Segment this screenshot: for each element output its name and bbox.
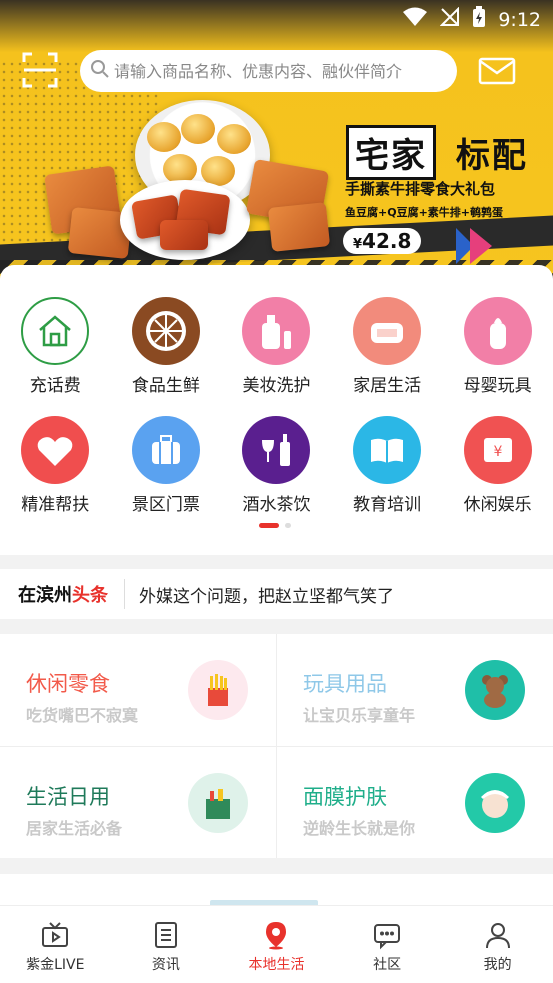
message-icon[interactable] xyxy=(478,56,516,86)
teddy-bear-icon xyxy=(465,660,525,720)
category-label: 酒水茶饮 xyxy=(242,495,311,515)
banner-title-part2: 标配 xyxy=(455,136,528,176)
category-label: 休闲娱乐 xyxy=(463,495,532,515)
promo-daily[interactable]: 生活日用 居家生活必备 xyxy=(0,747,276,859)
banner-subtitle: 手撕素牛排零食大礼包 xyxy=(345,180,496,198)
tab-live[interactable]: 紫金LIVE xyxy=(0,906,111,983)
signal-off-icon xyxy=(439,6,460,32)
category-label: 家居生活 xyxy=(353,376,422,396)
category-label: 精准帮扶 xyxy=(21,495,90,515)
tab-label: 资讯 xyxy=(151,957,180,973)
headline-brand: 在滨州头条 xyxy=(0,581,108,607)
status-bar: 9:12 xyxy=(402,6,541,33)
tab-community[interactable]: 社区 xyxy=(332,906,443,983)
promo-snacks[interactable]: 休闲零食 吃货嘴巴不寂寞 xyxy=(0,634,276,746)
promo-subtitle: 逆龄生长就是你 xyxy=(303,819,416,838)
status-time: 9:12 xyxy=(498,8,541,31)
category-label: 母婴玩具 xyxy=(463,376,532,396)
promo-grid: 休闲零食 吃货嘴巴不寂寞 玩具用品 让宝贝乐享童年 生活日用 居家生活必备 面膜… xyxy=(0,634,553,858)
food-image-tofu xyxy=(267,202,331,252)
promo-skincare[interactable]: 面膜护肤 逆龄生长就是你 xyxy=(277,747,553,859)
category-panel: 充话费 食品生鲜 美妆洗护 家居生活 母婴玩具 精准帮扶 景区门票 酒水茶饮 教… xyxy=(0,265,553,555)
category-education[interactable]: 教育培训 xyxy=(332,416,443,515)
banner-price: ¥42.8 xyxy=(343,228,422,254)
wifi-icon xyxy=(402,7,428,32)
cosmetics-icon xyxy=(242,297,311,365)
house-icon xyxy=(21,297,90,365)
category-label: 教育培训 xyxy=(353,495,422,515)
promo-title: 面膜护肤 xyxy=(303,785,387,809)
category-beauty[interactable]: 美妆洗护 xyxy=(221,297,332,396)
page-dot-active xyxy=(259,523,279,528)
promo-title: 休闲零食 xyxy=(26,672,110,696)
category-recharge[interactable]: 充话费 xyxy=(0,297,111,396)
headline-text[interactable]: 外媒这个问题，把赵立坚都气笑了 xyxy=(139,582,394,607)
tab-news[interactable]: 资讯 xyxy=(111,906,222,983)
page-dot xyxy=(285,523,291,528)
headline-brand-prefix: 在滨州 xyxy=(18,585,72,606)
bottom-nav: 紫金LIVE 资讯 本地生活 社区 我的 xyxy=(0,905,553,983)
luggage-icon xyxy=(131,416,200,484)
tab-label: 本地生活 xyxy=(248,957,305,973)
tab-label: 我的 xyxy=(483,957,512,973)
tab-profile[interactable]: 我的 xyxy=(442,906,553,983)
face-mask-icon xyxy=(465,773,525,833)
page-indicator xyxy=(259,523,291,528)
divider xyxy=(124,579,125,609)
promo-title: 生活日用 xyxy=(26,785,110,809)
banner-ingredients: 鱼豆腐+Q豆腐+素牛排+鹌鹑蛋 xyxy=(345,206,504,219)
category-drinks[interactable]: 酒水茶饮 xyxy=(221,416,332,515)
category-poverty-aid[interactable]: 精准帮扶 xyxy=(0,416,111,515)
category-baby[interactable]: 母婴玩具 xyxy=(442,297,553,396)
tab-label: 社区 xyxy=(373,957,402,973)
promo-subtitle: 让宝贝乐享童年 xyxy=(303,706,416,725)
category-home[interactable]: 家居生活 xyxy=(332,297,443,396)
screen: 宅家 标配 手撕素牛排零食大礼包 鱼豆腐+Q豆腐+素牛排+鹌鹑蛋 ¥42.8 9… xyxy=(0,0,553,983)
location-pin-icon xyxy=(266,922,287,950)
heart-handshake-icon xyxy=(21,416,90,484)
search-icon xyxy=(90,59,110,83)
banner-logo-shape xyxy=(470,228,492,264)
svg-text:¥: ¥ xyxy=(493,444,502,460)
category-fresh-food[interactable]: 食品生鲜 xyxy=(111,297,222,396)
scan-icon[interactable] xyxy=(22,52,58,88)
food-image-spicy-plate xyxy=(120,180,250,260)
grocery-bag-icon xyxy=(188,773,248,833)
news-list-icon xyxy=(154,922,177,948)
wine-icon xyxy=(242,416,311,484)
search-bar[interactable] xyxy=(80,50,457,92)
price-symbol: ¥ xyxy=(353,237,363,252)
category-label: 食品生鲜 xyxy=(131,376,200,396)
headline-brand-suffix: 头条 xyxy=(72,585,108,606)
user-icon xyxy=(485,923,510,949)
promo-title: 玩具用品 xyxy=(303,672,387,696)
promo-subtitle: 吃货嘴巴不寂寞 xyxy=(26,706,139,725)
fries-icon xyxy=(188,660,248,720)
baby-bottle-icon xyxy=(463,297,532,365)
category-label: 景区门票 xyxy=(131,495,200,515)
tab-label: 紫金LIVE xyxy=(26,957,85,973)
category-label: 美妆洗护 xyxy=(242,376,311,396)
tv-icon xyxy=(42,922,69,947)
book-icon xyxy=(353,416,422,484)
category-tickets[interactable]: 景区门票 xyxy=(111,416,222,515)
category-label: 充话费 xyxy=(29,376,81,396)
sofa-icon xyxy=(353,297,422,365)
orange-slice-icon xyxy=(131,297,200,365)
chat-bubble-icon xyxy=(374,924,401,950)
tab-local-life[interactable]: 本地生活 xyxy=(221,906,332,983)
banner-title-part1: 宅家 xyxy=(346,125,436,180)
promo-toys[interactable]: 玩具用品 让宝贝乐享童年 xyxy=(277,634,553,746)
price-value: 42.8 xyxy=(362,229,412,253)
headline-ticker[interactable]: 在滨州头条 外媒这个问题，把赵立坚都气笑了 xyxy=(0,569,553,619)
search-input[interactable] xyxy=(114,61,444,81)
divider xyxy=(0,746,553,747)
ticket-icon: ¥ xyxy=(463,416,532,484)
category-grid: 充话费 食品生鲜 美妆洗护 家居生活 母婴玩具 精准帮扶 景区门票 酒水茶饮 教… xyxy=(0,297,553,515)
battery-charging-icon xyxy=(472,6,486,33)
promo-subtitle: 居家生活必备 xyxy=(26,819,123,838)
banner-title: 宅家 标配 xyxy=(346,125,528,180)
category-leisure[interactable]: ¥ 休闲娱乐 xyxy=(442,416,553,515)
promo-banner[interactable]: 宅家 标配 手撕素牛排零食大礼包 鱼豆腐+Q豆腐+素牛排+鹌鹑蛋 ¥42.8 xyxy=(0,0,553,290)
